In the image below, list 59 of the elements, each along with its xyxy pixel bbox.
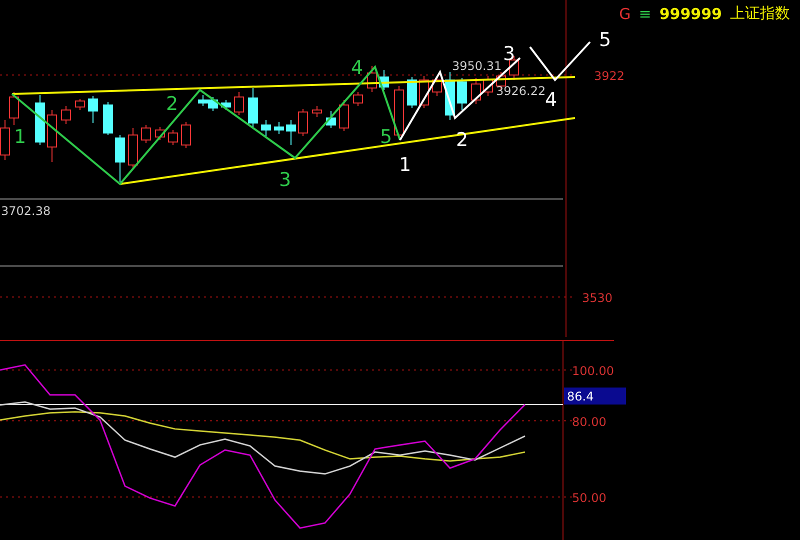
- wave-label: 3: [278, 169, 292, 191]
- stock-code: 999999: [659, 4, 722, 22]
- candlestick: [221, 100, 231, 110]
- wave-label: 1: [14, 126, 26, 148]
- axis-label: 100.00: [572, 364, 614, 378]
- axis-label: 50.00: [572, 491, 606, 506]
- candlestick: [445, 72, 455, 120]
- price-label: 3702.38: [1, 204, 51, 218]
- candlestick: [274, 122, 284, 134]
- wave-label: 1: [398, 154, 412, 176]
- candlestick: [339, 100, 349, 132]
- candlestick: [234, 92, 244, 116]
- candlestick: [286, 120, 296, 146]
- candlestick: [47, 110, 57, 162]
- value-badge: 86.4: [564, 388, 626, 405]
- candlestick: [61, 106, 71, 124]
- wave-label: 5: [598, 29, 612, 51]
- candlestick: [261, 120, 271, 138]
- header-letter: G: [619, 4, 631, 22]
- candlestick: [298, 108, 308, 136]
- wave-label: 4: [350, 57, 364, 79]
- candlestick: [128, 128, 138, 168]
- candlestick: [407, 76, 417, 108]
- candlestick: [326, 110, 336, 128]
- candlestick: [312, 106, 322, 118]
- candlestick: [168, 130, 178, 146]
- candlestick: [155, 126, 165, 140]
- candlestick: [367, 66, 377, 92]
- wave-label: 3: [502, 43, 516, 65]
- candlestick: [115, 134, 125, 182]
- price-label: 3950.31: [452, 59, 502, 73]
- candlestick: [248, 88, 258, 128]
- price-label: 3926.22: [496, 84, 546, 98]
- wave-label: 2: [166, 93, 178, 115]
- candlestick: [457, 78, 467, 110]
- candlestick: [141, 124, 151, 144]
- candlestick: [103, 102, 113, 136]
- candlestick: [198, 94, 208, 106]
- axis-label: 3922: [594, 69, 625, 83]
- candlestick: [181, 122, 191, 148]
- wave-label: 2: [456, 129, 468, 151]
- candlestick: [75, 98, 85, 110]
- menu-icon[interactable]: ≡: [638, 4, 652, 22]
- candlestick: [208, 96, 218, 112]
- candlestick: [9, 92, 19, 126]
- axis-label: 80.00: [572, 414, 606, 429]
- candlestick: [353, 92, 363, 106]
- candlestick: [483, 76, 493, 96]
- wave-label: 4: [544, 89, 558, 111]
- candlestick: [35, 94, 45, 146]
- wave-label: 5: [380, 126, 392, 148]
- candlestick: [88, 96, 98, 124]
- candlestick: [432, 76, 442, 96]
- axis-label: 3530: [582, 291, 613, 305]
- ref-line-label: 86.4: [567, 390, 594, 404]
- candlestick: [471, 78, 481, 104]
- candlestick: [379, 70, 389, 90]
- candlestick: [394, 86, 404, 138]
- stock-name: 上证指数: [730, 4, 790, 23]
